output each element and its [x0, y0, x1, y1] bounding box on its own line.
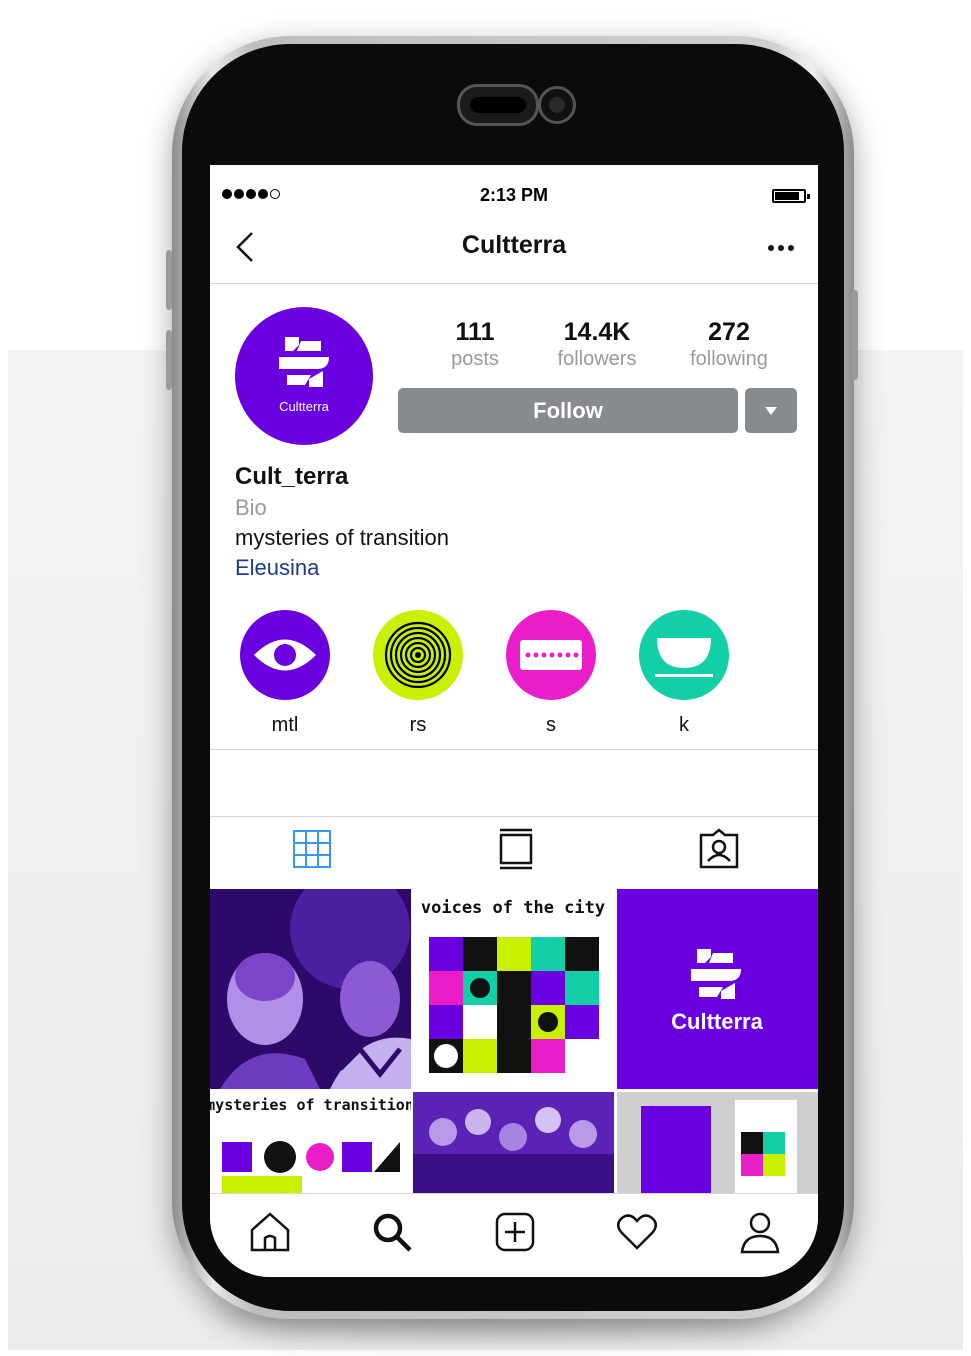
posts-count: 111: [455, 318, 495, 346]
mockup-image: [617, 1092, 818, 1193]
bio-label: Bio: [235, 495, 267, 520]
story-highlight-k[interactable]: k: [639, 610, 729, 737]
posts-label: posts: [451, 348, 499, 370]
svg-text:mysteries of transition: mysteries of transition: [210, 1096, 411, 1114]
story-highlight-rs[interactable]: rs: [373, 610, 463, 737]
bio-text: mysteries of transition: [235, 525, 449, 550]
power-button: [852, 290, 858, 380]
cultterra-logo-icon: Cultterra: [671, 949, 764, 1034]
status-time: 2:13 PM: [479, 185, 549, 205]
story-highlight-s[interactable]: s: [506, 610, 596, 737]
eye-icon: [254, 639, 316, 671]
svg-text:Cultterra: Cultterra: [671, 1009, 763, 1034]
concentric-circles-icon: [384, 621, 452, 689]
search-icon[interactable]: [370, 1210, 414, 1254]
photo-image: [413, 1092, 614, 1193]
stat-following[interactable]: 272 following: [664, 317, 794, 371]
dots-bar-icon: [520, 640, 582, 670]
volume-down-button: [166, 330, 172, 390]
profile-header: Cultterra: [210, 217, 818, 284]
highlight-cover: [373, 610, 463, 700]
post-thumbnail[interactable]: mysteries of transition: [210, 1092, 411, 1193]
heart-icon[interactable]: [615, 1210, 659, 1254]
poster-image: mysteries of transition: [210, 1096, 411, 1193]
highlight-cover: [240, 610, 330, 700]
bowl-icon: [655, 638, 713, 677]
caret-down-icon: [765, 406, 777, 415]
post-thumbnail[interactable]: [210, 889, 411, 1089]
username: Cult_terra: [235, 463, 349, 490]
profile-link[interactable]: Eleusina: [235, 553, 795, 583]
poster-image: voices of the city: [421, 898, 605, 1073]
cultterra-logo-icon: Cultterra: [279, 337, 330, 414]
photo-image: [210, 889, 411, 1089]
highlight-label: s: [546, 714, 556, 736]
highlight-label: mtl: [271, 714, 299, 736]
bottom-navigation: [210, 1193, 818, 1277]
post-thumbnail[interactable]: Cultterra: [617, 889, 818, 1089]
section-divider: [210, 749, 818, 750]
highlight-label: rs: [409, 714, 427, 736]
profile-stats: 111 posts 14.4K followers 272 following: [410, 317, 810, 377]
add-post-icon[interactable]: [493, 1210, 537, 1254]
battery-icon: [772, 189, 810, 203]
posts-grid: voices of the city Cultterra mysteries o…: [210, 889, 818, 1193]
svg-text:Cultterra: Cultterra: [279, 399, 330, 414]
profile-icon[interactable]: [738, 1210, 782, 1254]
avatar[interactable]: Cultterra: [235, 307, 373, 445]
post-thumbnail[interactable]: [617, 1092, 818, 1193]
followers-label: followers: [557, 348, 637, 370]
svg-text:voices of the city: voices of the city: [421, 898, 605, 918]
front-camera: [538, 86, 576, 124]
profile-bio: Cult_terra Bio mysteries of transition E…: [235, 461, 795, 583]
follow-button[interactable]: Follow: [398, 388, 738, 433]
app-screen: 2:13 PM Cultterra Cultterra 111 posts 14…: [210, 165, 818, 1277]
highlight-label: k: [679, 714, 689, 736]
stat-followers[interactable]: 14.4K followers: [532, 317, 662, 371]
page-title: Cultterra: [461, 231, 567, 259]
grid-view-icon[interactable]: [290, 827, 334, 871]
more-horizontal-icon[interactable]: [766, 243, 796, 253]
highlight-cover: [639, 610, 729, 700]
home-icon[interactable]: [248, 1210, 292, 1254]
following-label: following: [690, 348, 768, 370]
feed-view-icon[interactable]: [494, 827, 538, 871]
post-thumbnail[interactable]: [413, 1092, 614, 1193]
followers-count: 14.4K: [563, 318, 631, 346]
status-bar: 2:13 PM: [210, 165, 818, 217]
section-divider: [210, 816, 818, 817]
volume-up-button: [166, 250, 172, 310]
following-count: 272: [708, 318, 750, 346]
post-thumbnail[interactable]: voices of the city: [413, 889, 614, 1089]
story-highlight-mtl[interactable]: mtl: [240, 610, 330, 737]
stat-posts[interactable]: 111 posts: [410, 317, 540, 371]
highlight-cover: [506, 610, 596, 700]
speaker-grille: [457, 84, 539, 126]
suggestions-dropdown-button[interactable]: [745, 388, 797, 433]
tagged-photos-icon[interactable]: [697, 827, 741, 871]
